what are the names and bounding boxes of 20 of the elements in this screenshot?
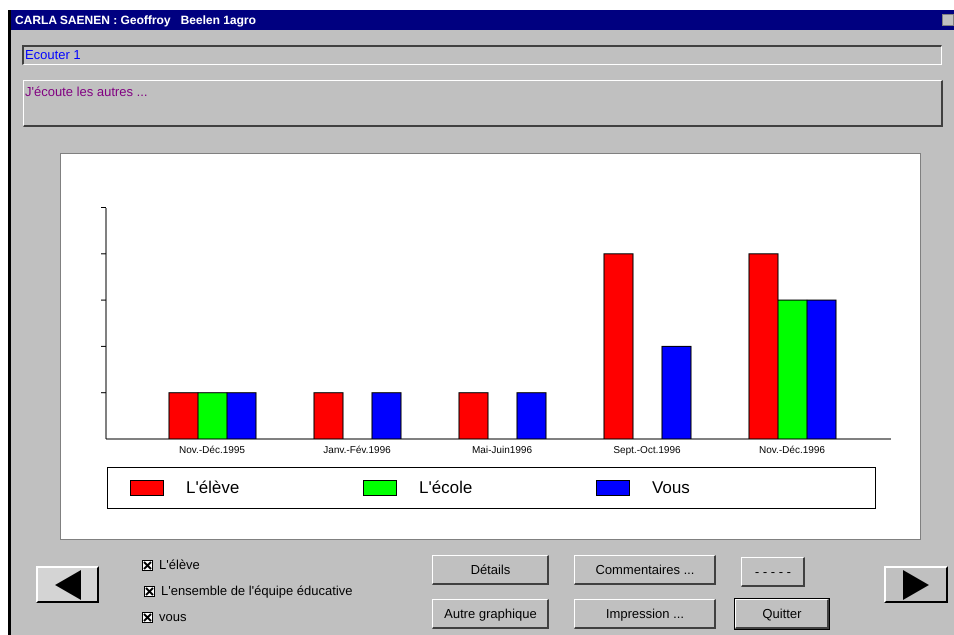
push-button[interactable]: Impression ...	[574, 599, 716, 629]
title-field[interactable]: Ecouter 1	[22, 45, 942, 65]
category-label: Sept.-Oct.1996	[613, 445, 681, 456]
push-button[interactable]: Commentaires ...	[574, 555, 716, 585]
category-label: Janv.-Fév.1996	[323, 445, 391, 456]
text-area[interactable]: J'écoute les autres ...	[23, 80, 943, 127]
category-label: Mai-Juin1996	[472, 445, 532, 456]
legend-label: L'école	[419, 477, 472, 500]
checkbox-label: L'ensemble de l'équipe éducative	[161, 582, 352, 600]
window-title: CARLA SAENEN : Geoffroy Beelen 1agro	[15, 12, 256, 29]
push-button[interactable]: - - - - -	[741, 557, 806, 587]
push-button[interactable]: Quitter	[735, 599, 830, 629]
push-button[interactable]: Détails	[432, 555, 550, 585]
push-button[interactable]: Autre graphique	[432, 599, 550, 629]
legend-label: Vous	[652, 477, 690, 500]
category-label: Nov.-Déc.1995	[179, 445, 245, 456]
checkbox-label: L'élève	[159, 556, 200, 574]
category-label: Nov.-Déc.1996	[759, 445, 825, 456]
legend-label: L'élève	[186, 477, 240, 500]
checkbox-label: vous	[159, 608, 186, 626]
